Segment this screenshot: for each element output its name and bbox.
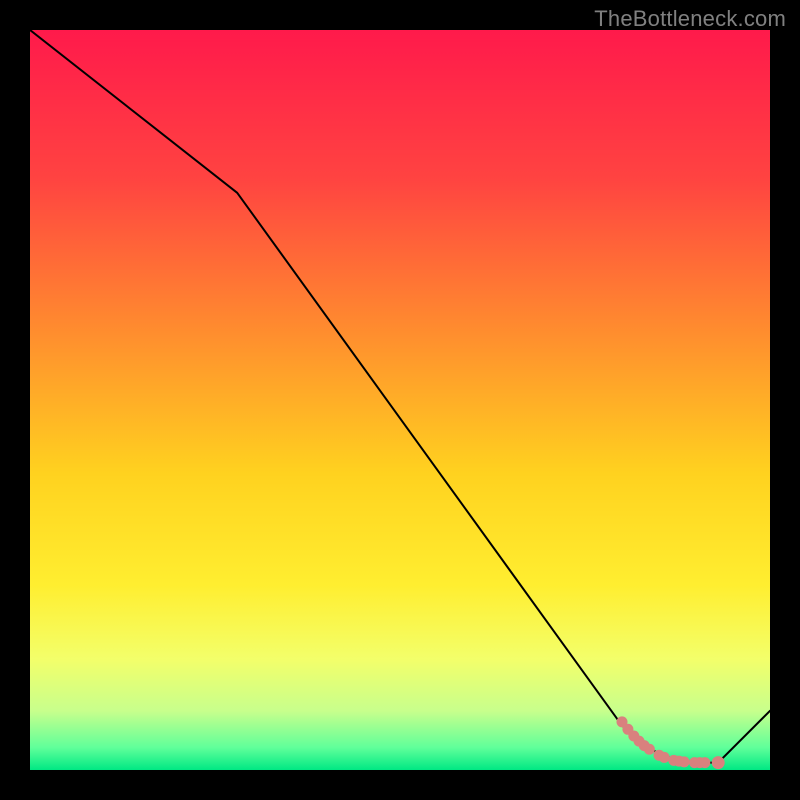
marker-dot (699, 757, 710, 768)
marker-dot (679, 756, 690, 767)
chart-background (30, 30, 770, 770)
watermark-text: TheBottleneck.com (594, 6, 786, 32)
marker-dot (644, 744, 655, 755)
marker-dot (659, 752, 670, 763)
marker-dot (712, 756, 725, 769)
bottleneck-chart (30, 30, 770, 770)
chart-frame: TheBottleneck.com (0, 0, 800, 800)
